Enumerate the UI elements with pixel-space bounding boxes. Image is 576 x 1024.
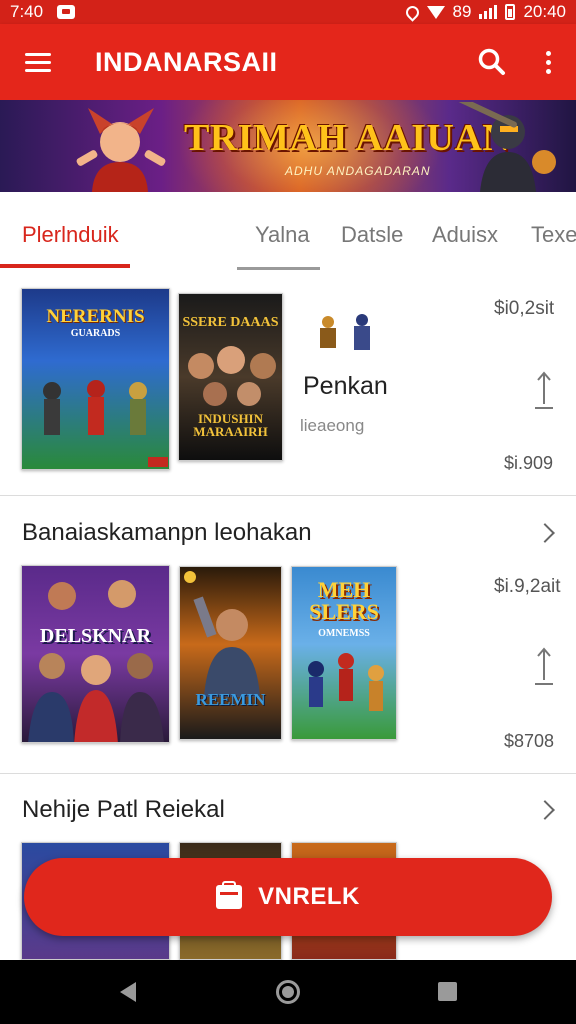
tab-aduisx[interactable]: Aduisx xyxy=(432,222,498,248)
battery-icon xyxy=(505,4,516,20)
section1-price-bottom: $8708 xyxy=(504,731,555,751)
status-signal-text: 89 xyxy=(452,2,472,21)
download-icon[interactable] xyxy=(533,646,555,688)
primary-action-button[interactable]: VNRELK xyxy=(24,858,552,936)
app-bar: INDANARSAII xyxy=(0,24,576,100)
featured-cover-1[interactable]: NERERNIS GUARADS xyxy=(21,288,170,470)
featured-price-top: $i0,2sit xyxy=(494,298,555,319)
banner-subtitle: ADHU ANDAGADARAN xyxy=(285,164,431,178)
featured-cover-2[interactable]: SSERE DAAAS INDUSHIN MARAAIRH xyxy=(178,293,283,461)
signal-strength-icon xyxy=(479,5,498,19)
tab-yalna[interactable]: Yalna xyxy=(255,222,310,248)
promo-banner[interactable]: TRIMAH AAIUAN ADHU ANDAGADARAN xyxy=(0,100,576,192)
search-icon[interactable] xyxy=(464,24,520,100)
cover-art xyxy=(28,580,164,742)
tab-texe[interactable]: Texe xyxy=(531,222,576,248)
divider xyxy=(0,495,576,496)
home-icon[interactable] xyxy=(276,980,300,1004)
status-bar: 7:40 89 20:40 xyxy=(0,0,576,24)
app-screen: 7:40 89 20:40 INDANARSAII TRIMAH AAIUAN … xyxy=(0,0,576,1024)
recent-apps-icon[interactable] xyxy=(438,982,457,1001)
featured-characters-icon xyxy=(320,314,370,350)
tab-bar: Plerlnduik Yalna Datsle Aduisx Texe xyxy=(0,192,576,270)
section1-price-top: $i.9,2ait xyxy=(494,576,561,597)
message-notification-icon xyxy=(57,5,76,19)
section-title-2[interactable]: Nehije Patl Reiekal xyxy=(22,796,225,824)
active-tab-indicator xyxy=(0,264,130,268)
primary-action-label: VNRELK xyxy=(258,883,360,910)
section1-cover-2[interactable]: REEMIN xyxy=(179,566,282,740)
more-vert-icon[interactable] xyxy=(520,24,576,100)
featured-title[interactable]: Penkan xyxy=(303,372,388,401)
back-icon[interactable] xyxy=(120,982,136,1002)
briefcase-icon xyxy=(216,881,243,909)
section1-cover-3[interactable]: MEH SLERS OMNEMSS xyxy=(291,566,397,740)
featured-subtitle: lieaeong xyxy=(300,416,365,435)
cover-art xyxy=(308,653,384,711)
tab-plerlnduik[interactable]: Plerlnduik xyxy=(22,222,119,248)
download-icon[interactable] xyxy=(533,370,555,412)
status-clock: 20:40 xyxy=(523,2,566,21)
tab-underline xyxy=(237,267,320,270)
section-title-1[interactable]: Banaiaskamanpn leohakan xyxy=(22,519,312,547)
location-icon xyxy=(402,2,422,22)
app-title: INDANARSAII xyxy=(95,46,278,77)
wifi-icon xyxy=(426,5,445,19)
cover-art xyxy=(188,346,276,406)
divider xyxy=(0,773,576,774)
system-nav-bar xyxy=(0,960,576,1024)
banner-hero-right-art xyxy=(452,102,556,192)
featured-price-bottom: $i.909 xyxy=(504,453,554,473)
cover-art xyxy=(184,571,260,697)
chevron-right-icon[interactable] xyxy=(535,800,555,820)
status-time: 7:40 xyxy=(10,2,44,21)
tab-datsle[interactable]: Datsle xyxy=(341,222,403,248)
banner-hero-left-art xyxy=(76,108,166,192)
section1-cover-1[interactable]: DELSKNAR xyxy=(21,565,170,743)
chevron-right-icon[interactable] xyxy=(535,523,555,543)
cover-art xyxy=(43,380,168,467)
hamburger-menu-icon[interactable] xyxy=(0,24,76,100)
